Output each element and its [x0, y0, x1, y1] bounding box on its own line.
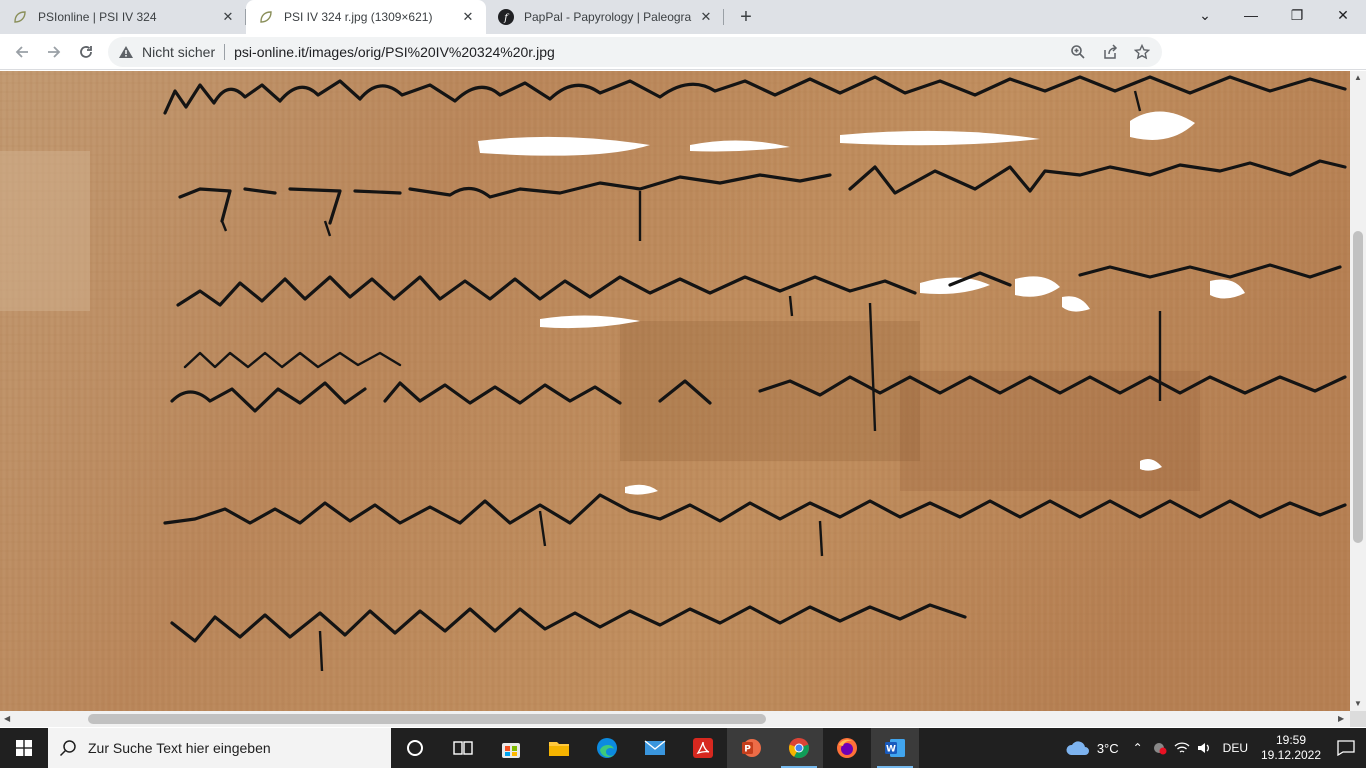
start-button[interactable] [0, 728, 48, 768]
leaf-icon [258, 9, 274, 25]
volume-icon[interactable] [1193, 741, 1215, 755]
divider [224, 44, 226, 60]
chevron-up-icon[interactable]: ⌃ [1127, 741, 1149, 755]
clock-time: 19:59 [1275, 733, 1307, 747]
system-tray: 3°C ⌃ DEU 19:59 19.12.2022 [1065, 728, 1366, 768]
tab-pappal[interactable]: f PapPal - Papyrology | Paleograph ✕ [486, 0, 724, 34]
reload-icon [80, 45, 92, 58]
scroll-down-icon[interactable]: ▼ [1354, 699, 1362, 708]
weather-widget[interactable]: 3°C [1065, 739, 1119, 757]
horizontal-scroll-thumb[interactable] [88, 714, 766, 724]
taskbar-search-box[interactable]: Zur Suche Text hier eingeben [48, 728, 391, 768]
security-label[interactable]: Nicht sicher [142, 44, 215, 60]
url-text[interactable]: psi-online.it/images/orig/PSI%20IV%20324… [234, 44, 555, 60]
tab-search-icon[interactable]: ⌄ [1182, 0, 1228, 30]
powerpoint-icon[interactable]: P [727, 728, 775, 768]
tab-title: PSI IV 324 r.jpg (1309×621) [284, 10, 433, 24]
task-view-icon[interactable] [439, 728, 487, 768]
weather-temperature: 3°C [1096, 740, 1119, 756]
notification-icon[interactable] [1326, 740, 1366, 756]
scroll-right-icon[interactable]: ▶ [1338, 714, 1344, 723]
svg-text:W: W [886, 745, 896, 755]
search-icon [48, 739, 88, 757]
vertical-scroll-thumb[interactable] [1353, 231, 1363, 543]
arrow-right-icon [48, 45, 61, 58]
search-placeholder: Zur Suche Text hier eingeben [88, 740, 271, 756]
minimize-button[interactable]: — [1228, 0, 1274, 30]
chrome-icon[interactable] [775, 728, 823, 768]
tab-psionline[interactable]: PSIonline | PSI IV 324 ✕ [0, 0, 246, 34]
scroll-up-icon[interactable]: ▲ [1354, 73, 1362, 82]
ms-store-icon[interactable] [487, 728, 535, 768]
arrow-left-icon [15, 45, 28, 58]
forward-button[interactable] [38, 38, 70, 66]
address-bar[interactable]: Nicht sicher psi-online.it/images/orig/P… [108, 37, 1162, 67]
bookmark-star-icon[interactable] [1130, 42, 1154, 62]
svg-text:P: P [744, 745, 751, 755]
close-window-button[interactable]: ✕ [1320, 0, 1366, 30]
input-language[interactable]: DEU [1223, 741, 1248, 755]
browser-toolbar: Nicht sicher psi-online.it/images/orig/P… [0, 34, 1366, 97]
vertical-scrollbar[interactable]: ▲ ▼ [1350, 71, 1366, 711]
papyrus-image[interactable] [0, 71, 1350, 711]
clock-date: 19.12.2022 [1260, 748, 1322, 762]
share-icon[interactable] [1098, 42, 1122, 62]
tab-title: PapPal - Papyrology | Paleograph [524, 10, 692, 24]
close-icon[interactable]: ✕ [698, 9, 714, 25]
horizontal-scrollbar[interactable]: ◀ ▶ [0, 711, 1350, 727]
firefox-icon[interactable] [823, 728, 871, 768]
pappal-icon: f [498, 9, 514, 25]
scroll-left-icon[interactable]: ◀ [4, 714, 10, 723]
tab-psi-image[interactable]: PSI IV 324 r.jpg (1309×621) ✕ [246, 0, 486, 34]
new-tab-button[interactable]: + [732, 3, 760, 31]
back-button[interactable] [6, 38, 38, 66]
image-viewport [0, 71, 1350, 711]
word-icon[interactable]: W [871, 728, 919, 768]
zoom-icon[interactable] [1066, 42, 1090, 62]
file-explorer-icon[interactable] [535, 728, 583, 768]
edge-icon[interactable] [583, 728, 631, 768]
security-alert-icon[interactable] [1149, 741, 1171, 755]
reload-button[interactable] [70, 38, 102, 66]
tab-strip: PSIonline | PSI IV 324 ✕ PSI IV 324 r.jp… [0, 0, 1366, 34]
scroll-corner [1350, 711, 1366, 727]
windows-logo-icon [16, 740, 32, 756]
tab-title: PSIonline | PSI IV 324 [38, 10, 157, 24]
windows-taskbar: Zur Suche Text hier eingeben P W 3°C ⌃ D… [0, 728, 1366, 768]
warning-icon[interactable] [118, 45, 136, 59]
restore-button[interactable]: ❐ [1274, 0, 1320, 30]
cloud-icon [1066, 741, 1089, 755]
taskbar-clock[interactable]: 19:59 19.12.2022 [1256, 733, 1326, 763]
mail-icon[interactable] [631, 728, 679, 768]
close-icon[interactable]: ✕ [220, 9, 236, 25]
cortana-icon[interactable] [391, 728, 439, 768]
close-icon[interactable]: ✕ [460, 9, 476, 25]
wifi-icon[interactable] [1171, 741, 1193, 755]
leaf-icon [12, 9, 28, 25]
acrobat-icon[interactable] [679, 728, 727, 768]
